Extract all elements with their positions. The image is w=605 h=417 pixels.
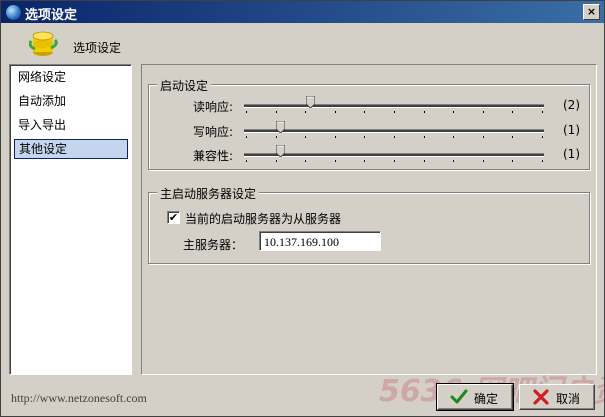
compatibility-thumb[interactable] bbox=[276, 145, 285, 157]
slider-tick bbox=[394, 111, 395, 113]
slider-tick bbox=[394, 160, 395, 162]
slider-tick bbox=[334, 160, 336, 162]
master-server-group: 主启动服务器设定 ✔ 当前的启动服务器为从服务器 主服务器： 10.137.16… bbox=[148, 185, 590, 264]
write-response-track[interactable] bbox=[244, 129, 544, 133]
slider-tick bbox=[334, 111, 336, 113]
write-response-label: 写响应: bbox=[193, 125, 234, 139]
slider-tick bbox=[334, 136, 336, 138]
header-title: 选项设定 bbox=[73, 41, 122, 55]
slider-tick bbox=[275, 111, 277, 113]
compatibility-value: (1) bbox=[563, 147, 580, 161]
cancel-button[interactable]: 取消 bbox=[519, 384, 595, 410]
slider-tick bbox=[275, 160, 277, 162]
master-server-legend: 主启动服务器设定 bbox=[157, 185, 260, 202]
options-dialog: 选项设定 × 选项设定 网络设定 自动添加 导入导出 其他设定 启动设定 读响应… bbox=[0, 0, 605, 417]
slider-tick bbox=[482, 136, 484, 138]
slider-tick bbox=[423, 136, 425, 138]
settings-panel: 启动设定 读响应: (2) 写响应: (1) 兼容性: (1) 主启动服务器设定… bbox=[141, 64, 597, 375]
slider-tick bbox=[423, 111, 425, 113]
slider-tick bbox=[542, 111, 543, 113]
sidebar-item-other[interactable]: 其他设定 bbox=[14, 139, 128, 159]
slider-tick bbox=[453, 111, 455, 113]
slider-tick bbox=[482, 111, 484, 113]
slider-tick bbox=[305, 136, 307, 138]
startup-group: 启动设定 读响应: (2) 写响应: (1) 兼容性: (1) bbox=[148, 77, 590, 170]
slider-tick bbox=[542, 136, 543, 138]
sidebar-item-import-export[interactable]: 导入导出 bbox=[14, 115, 128, 135]
startup-legend: 启动设定 bbox=[157, 77, 212, 94]
slider-tick bbox=[364, 160, 366, 162]
read-response-track[interactable] bbox=[244, 104, 544, 108]
title-bar: 选项设定 × bbox=[1, 1, 604, 23]
slider-tick bbox=[453, 136, 455, 138]
slider-tick bbox=[364, 136, 366, 138]
slider-tick bbox=[246, 160, 247, 162]
dialog-header: 选项设定 bbox=[1, 23, 604, 63]
slider-tick bbox=[482, 160, 484, 162]
read-response-value: (2) bbox=[563, 98, 580, 112]
globe-icon bbox=[5, 4, 22, 21]
read-response-label: 读响应: bbox=[193, 100, 234, 114]
slider-tick bbox=[364, 111, 366, 113]
sidebar-item-auto-add[interactable]: 自动添加 bbox=[14, 91, 128, 111]
slave-server-checkbox-label: 当前的启动服务器为从服务器 bbox=[185, 212, 342, 226]
slider-tick bbox=[246, 136, 247, 138]
window-title: 选项设定 bbox=[25, 8, 78, 23]
slider-tick bbox=[275, 136, 277, 138]
close-button[interactable]: × bbox=[583, 4, 600, 20]
write-response-thumb[interactable] bbox=[276, 121, 285, 133]
slave-server-checkbox[interactable]: ✔ bbox=[167, 211, 180, 224]
slider-tick bbox=[246, 111, 247, 113]
database-icon bbox=[29, 31, 58, 56]
compatibility-track[interactable] bbox=[244, 153, 544, 157]
slider-tick bbox=[305, 160, 307, 162]
write-response-row: 写响应: (1) bbox=[149, 120, 589, 140]
compatibility-row: 兼容性: (1) bbox=[149, 144, 589, 164]
ok-button-label: 确定 bbox=[474, 392, 499, 406]
check-icon bbox=[450, 389, 468, 404]
compatibility-label: 兼容性: bbox=[193, 149, 234, 163]
slider-tick bbox=[512, 111, 514, 113]
slider-tick bbox=[394, 136, 395, 138]
category-list: 网络设定 自动添加 导入导出 其他设定 bbox=[9, 64, 132, 375]
slider-tick bbox=[423, 160, 425, 162]
slider-tick bbox=[512, 136, 514, 138]
slider-tick bbox=[453, 160, 455, 162]
slider-tick bbox=[305, 111, 307, 113]
close-x-icon bbox=[533, 389, 549, 405]
website-link[interactable]: http://www.netzonesoft.com bbox=[11, 391, 147, 406]
read-response-thumb[interactable] bbox=[306, 96, 315, 108]
slider-tick bbox=[542, 160, 543, 162]
sidebar-item-network[interactable]: 网络设定 bbox=[14, 67, 128, 87]
read-response-row: 读响应: (2) bbox=[149, 95, 589, 115]
slider-tick bbox=[512, 160, 514, 162]
ok-button[interactable]: 确定 bbox=[436, 383, 514, 411]
master-server-label: 主服务器： bbox=[183, 238, 244, 252]
master-server-input[interactable]: 10.137.169.100 bbox=[259, 231, 381, 251]
write-response-value: (1) bbox=[563, 123, 580, 137]
cancel-button-label: 取消 bbox=[556, 392, 581, 406]
